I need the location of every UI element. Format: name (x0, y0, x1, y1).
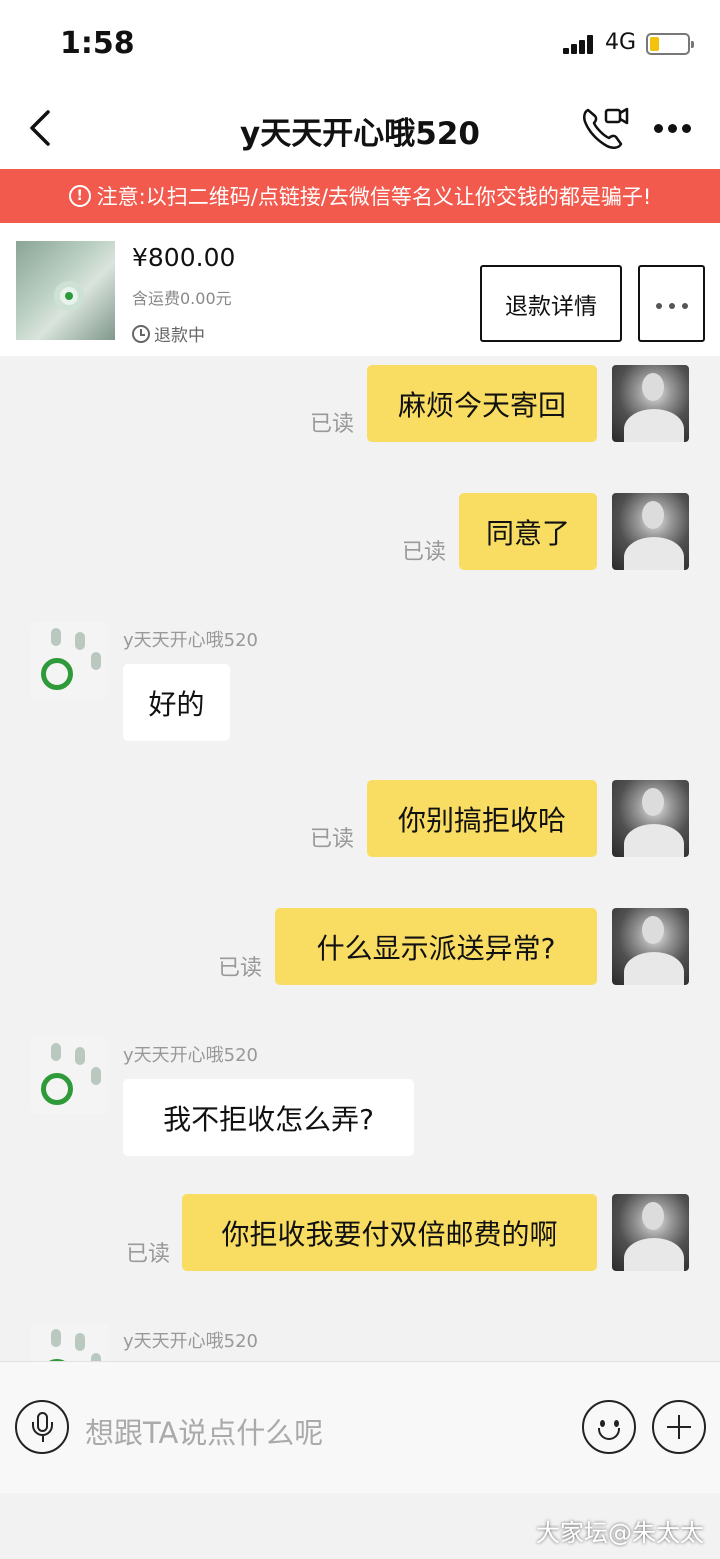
read-label: 已读 (310, 827, 355, 852)
product-price: ¥800.00 (132, 243, 236, 272)
avatar-other[interactable] (31, 1323, 108, 1361)
message-bubble-other[interactable]: 好的 (123, 664, 230, 741)
read-label: 已读 (218, 956, 263, 981)
message-bubble-me[interactable]: 同意了 (459, 493, 597, 570)
avatar-me[interactable] (612, 780, 689, 857)
message-input[interactable]: 想跟TA说点什么呢 (85, 1410, 323, 1452)
refund-status-text: 退款中 (154, 326, 205, 346)
product-more-button[interactable] (638, 265, 705, 342)
bottom-area: 大家坛@朱太太 (0, 1493, 720, 1559)
input-bar: 想跟TA说点什么呢 (0, 1361, 720, 1493)
product-thumbnail[interactable] (16, 241, 115, 340)
warning-icon: ! (68, 185, 91, 207)
avatar-me[interactable] (612, 365, 689, 442)
message-bubble-other[interactable]: 我不拒收怎么弄? (123, 1079, 414, 1156)
nav-bar: y天天开心哦520 (0, 88, 720, 169)
plus-icon[interactable] (652, 1400, 706, 1454)
network-type: 4G (605, 30, 637, 55)
read-label: 已读 (310, 412, 355, 437)
avatar-other[interactable] (31, 622, 108, 699)
product-bar: ¥800.00 含运费0.00元 退款中 退款详情 (0, 223, 720, 356)
status-time: 1:58 (60, 26, 135, 61)
read-label: 已读 (402, 540, 447, 565)
message-bubble-me[interactable]: 你拒收我要付双倍邮费的啊 (182, 1194, 597, 1271)
avatar-me[interactable] (612, 493, 689, 570)
refund-details-button[interactable]: 退款详情 (480, 265, 622, 342)
avatar-other[interactable] (31, 1037, 108, 1114)
battery-icon (646, 33, 694, 55)
sender-name: y天天开心哦520 (123, 1045, 259, 1066)
avatar-me[interactable] (612, 908, 689, 985)
chat-messages[interactable]: 已读 麻烦今天寄回 已读 同意了 y天天开心哦520 好的 已读 你别搞拒收哈 … (0, 356, 720, 1361)
message-bubble-me[interactable]: 你别搞拒收哈 (367, 780, 597, 857)
message-bubble-me[interactable]: 麻烦今天寄回 (367, 365, 597, 442)
refund-status: 退款中 (132, 321, 205, 346)
chat-title: y天天开心哦520 (240, 116, 480, 152)
product-shipping: 含运费0.00元 (132, 289, 232, 308)
avatar-me[interactable] (612, 1194, 689, 1271)
clock-icon (132, 324, 150, 343)
sender-name: y天天开心哦520 (123, 1331, 259, 1352)
scam-warning-bar: ! 注意:以扫二维码/点链接/去微信等名义让你交钱的都是骗子! (0, 169, 720, 223)
message-bubble-me[interactable]: 什么显示派送异常? (275, 908, 597, 985)
signal-icon (563, 34, 595, 54)
phone-video-icon[interactable] (580, 102, 630, 152)
sender-name: y天天开心哦520 (123, 630, 259, 651)
status-bar: 1:58 4G (0, 0, 720, 88)
watermark: 大家坛@朱太太 (536, 1519, 704, 1547)
microphone-icon[interactable] (15, 1400, 69, 1454)
more-dots-icon[interactable] (650, 124, 694, 134)
warning-text: 注意:以扫二维码/点链接/去微信等名义让你交钱的都是骗子! (96, 185, 652, 209)
chevron-left-icon[interactable] (22, 106, 62, 150)
read-label: 已读 (126, 1242, 171, 1267)
emoji-icon[interactable] (582, 1400, 636, 1454)
